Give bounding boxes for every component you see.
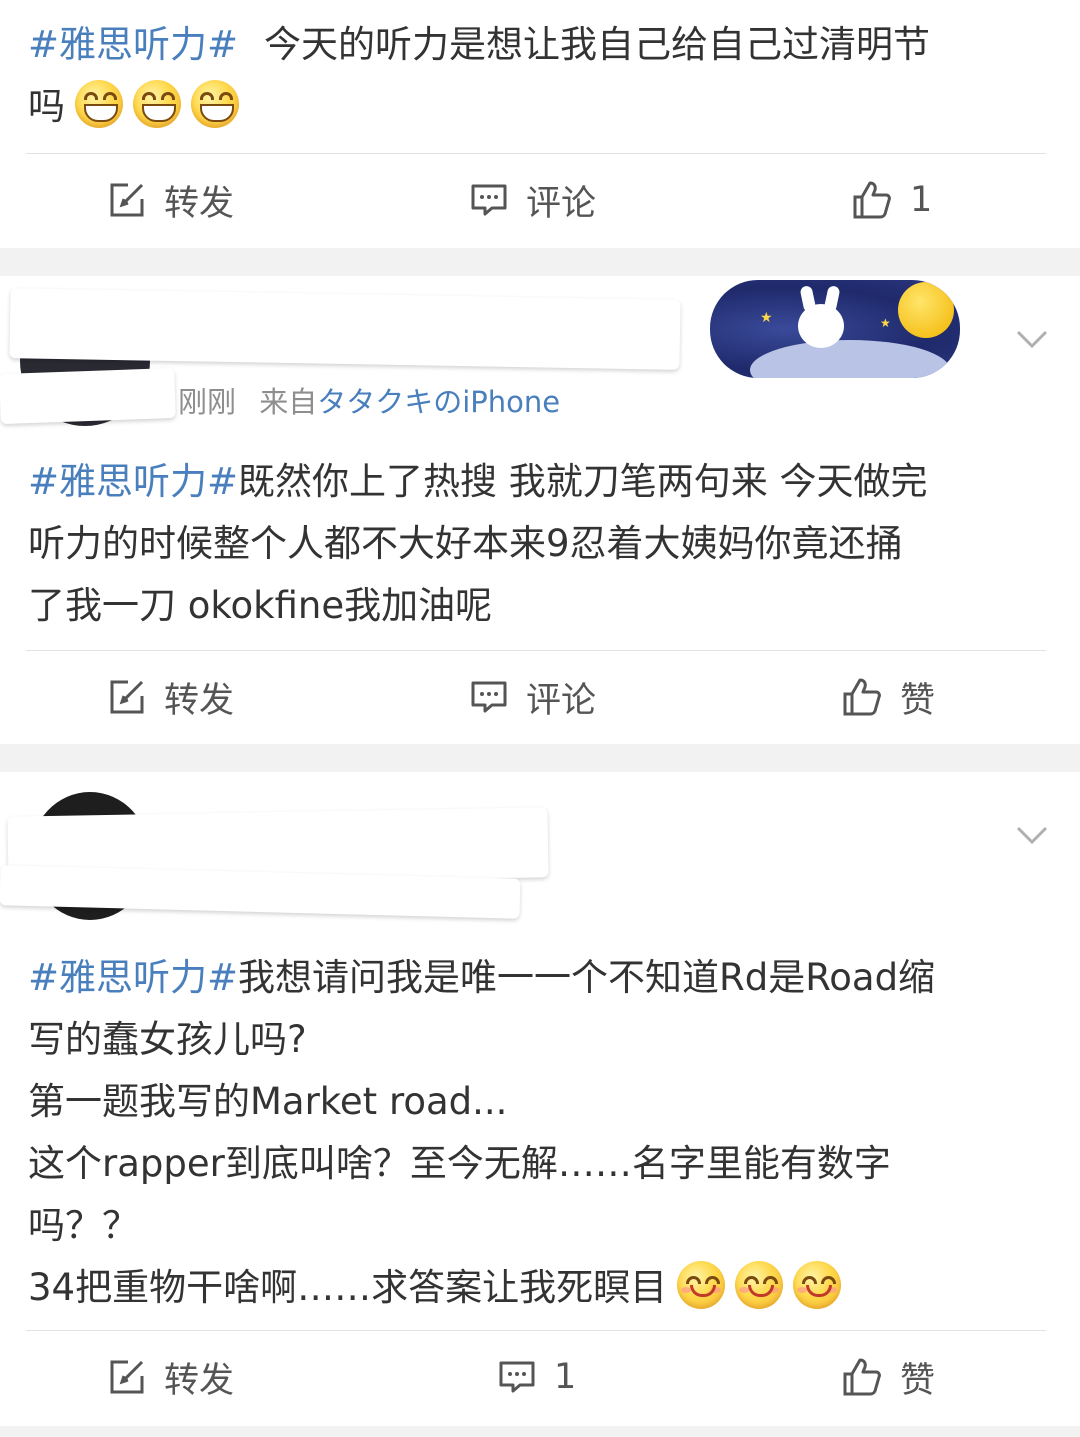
- post-text-line: 既然你上了热搜 我就刀笔两句来 今天做完: [238, 460, 928, 503]
- like-label: 赞: [900, 1360, 936, 1401]
- grin-emoji-icon: [191, 80, 239, 128]
- smile-emoji-icon: [793, 1261, 842, 1309]
- moon-icon: [898, 282, 954, 338]
- post-meta: 刚刚 来自タタクキのiPhone: [178, 379, 560, 421]
- post-text-line: 这个rapper到底叫啥？至今无解……名字里能有数字: [28, 1142, 891, 1185]
- like-label: 赞: [900, 680, 936, 721]
- bunny-ear: [799, 285, 817, 313]
- hashtag-link[interactable]: #雅思听力#: [28, 23, 238, 66]
- comment-icon: [471, 184, 507, 216]
- action-bar: 转发 1 赞: [0, 1331, 1080, 1423]
- bunny-ear: [823, 285, 841, 313]
- repost-icon: [110, 680, 144, 714]
- repost-button[interactable]: 转发: [108, 154, 234, 246]
- post-text-line: 听力的时候整个人都不大好本来9忍着大姨妈你竟还捅: [28, 522, 903, 565]
- post-card-2: 刚刚 来自タタクキのiPhone ★ ★ #雅思听力#既然你上了热搜 我就刀笔两…: [0, 276, 1080, 744]
- repost-button[interactable]: 转发: [108, 651, 234, 743]
- chevron-down-icon[interactable]: [1014, 320, 1050, 356]
- post-text-line: 第一题我写的Market road...: [28, 1080, 508, 1123]
- post-body-2[interactable]: #雅思听力#既然你上了热搜 我就刀笔两句来 今天做完 听力的时候整个人都不大好本…: [28, 451, 1058, 637]
- post-text-line: 吗: [28, 85, 65, 128]
- like-icon: [843, 1358, 881, 1396]
- post-source[interactable]: タタクキのiPhone: [317, 385, 560, 419]
- comment-label: 评论: [526, 680, 597, 721]
- like-count: 1: [910, 180, 933, 220]
- like-button[interactable]: 赞: [842, 1331, 935, 1423]
- comment-button[interactable]: 评论: [470, 154, 596, 246]
- repost-label: 转发: [164, 1360, 235, 1401]
- repost-icon: [110, 1360, 144, 1394]
- repost-icon: [110, 183, 144, 217]
- smile-emoji-icon: [735, 1261, 784, 1309]
- repost-button[interactable]: 转发: [108, 1331, 234, 1423]
- post-card-1: #雅思听力# 今天的听力是想让我自己给自己过清明节 吗 转发 评论 1: [0, 0, 1080, 248]
- grin-emoji-icon: [133, 80, 181, 128]
- star-icon: ★: [760, 310, 773, 326]
- post-text-line: 吗？？: [28, 1204, 139, 1247]
- action-bar: 转发 评论 赞: [0, 651, 1080, 743]
- post-text-line: 了我一刀 okokfine我加油呢: [28, 584, 493, 627]
- post-text-line: 今天的听力是想让我自己给自己过清明节: [264, 23, 931, 66]
- post-text-line: 写的蠢女孩儿吗?: [28, 1018, 307, 1061]
- comment-label: 评论: [526, 183, 597, 224]
- like-button[interactable]: 赞: [842, 651, 935, 743]
- post-time: 刚刚: [178, 385, 237, 419]
- comment-count: 1: [554, 1357, 577, 1397]
- like-icon: [853, 181, 891, 219]
- source-prefix: 来自: [259, 385, 318, 419]
- hashtag-link[interactable]: #雅思听力#: [28, 956, 238, 999]
- comment-button[interactable]: 1: [498, 1331, 576, 1423]
- comment-icon: [499, 1361, 535, 1393]
- grin-emoji-icon: [75, 80, 123, 128]
- redacted-area: [0, 367, 176, 425]
- post-body-1[interactable]: #雅思听力# 今天的听力是想让我自己给自己过清明节 吗: [28, 14, 1058, 138]
- redacted-username: [9, 288, 681, 370]
- repost-label: 转发: [164, 183, 235, 224]
- decorative-card-background: ★ ★: [710, 280, 960, 378]
- like-icon: [843, 678, 881, 716]
- repost-label: 转发: [164, 680, 235, 721]
- post-text-line: 我想请问我是唯一一个不知道Rd是Road缩: [238, 956, 936, 999]
- star-icon: ★: [880, 316, 891, 330]
- comment-icon: [471, 681, 507, 713]
- chevron-down-icon[interactable]: [1014, 816, 1050, 852]
- like-button[interactable]: 1: [852, 154, 932, 246]
- smile-emoji-icon: [677, 1261, 726, 1309]
- hashtag-link[interactable]: #雅思听力#: [28, 460, 238, 503]
- post-text-line: 34把重物干啥啊……求答案让我死瞑目: [28, 1266, 668, 1309]
- post-card-3: #雅思听力#我想请问我是唯一一个不知道Rd是Road缩 写的蠢女孩儿吗? 第一题…: [0, 772, 1080, 1426]
- post-body-3[interactable]: #雅思听力#我想请问我是唯一一个不知道Rd是Road缩 写的蠢女孩儿吗? 第一题…: [28, 947, 1058, 1319]
- cloud-shape: [750, 340, 950, 378]
- comment-button[interactable]: 评论: [470, 651, 596, 743]
- action-bar: 转发 评论 1: [0, 154, 1080, 246]
